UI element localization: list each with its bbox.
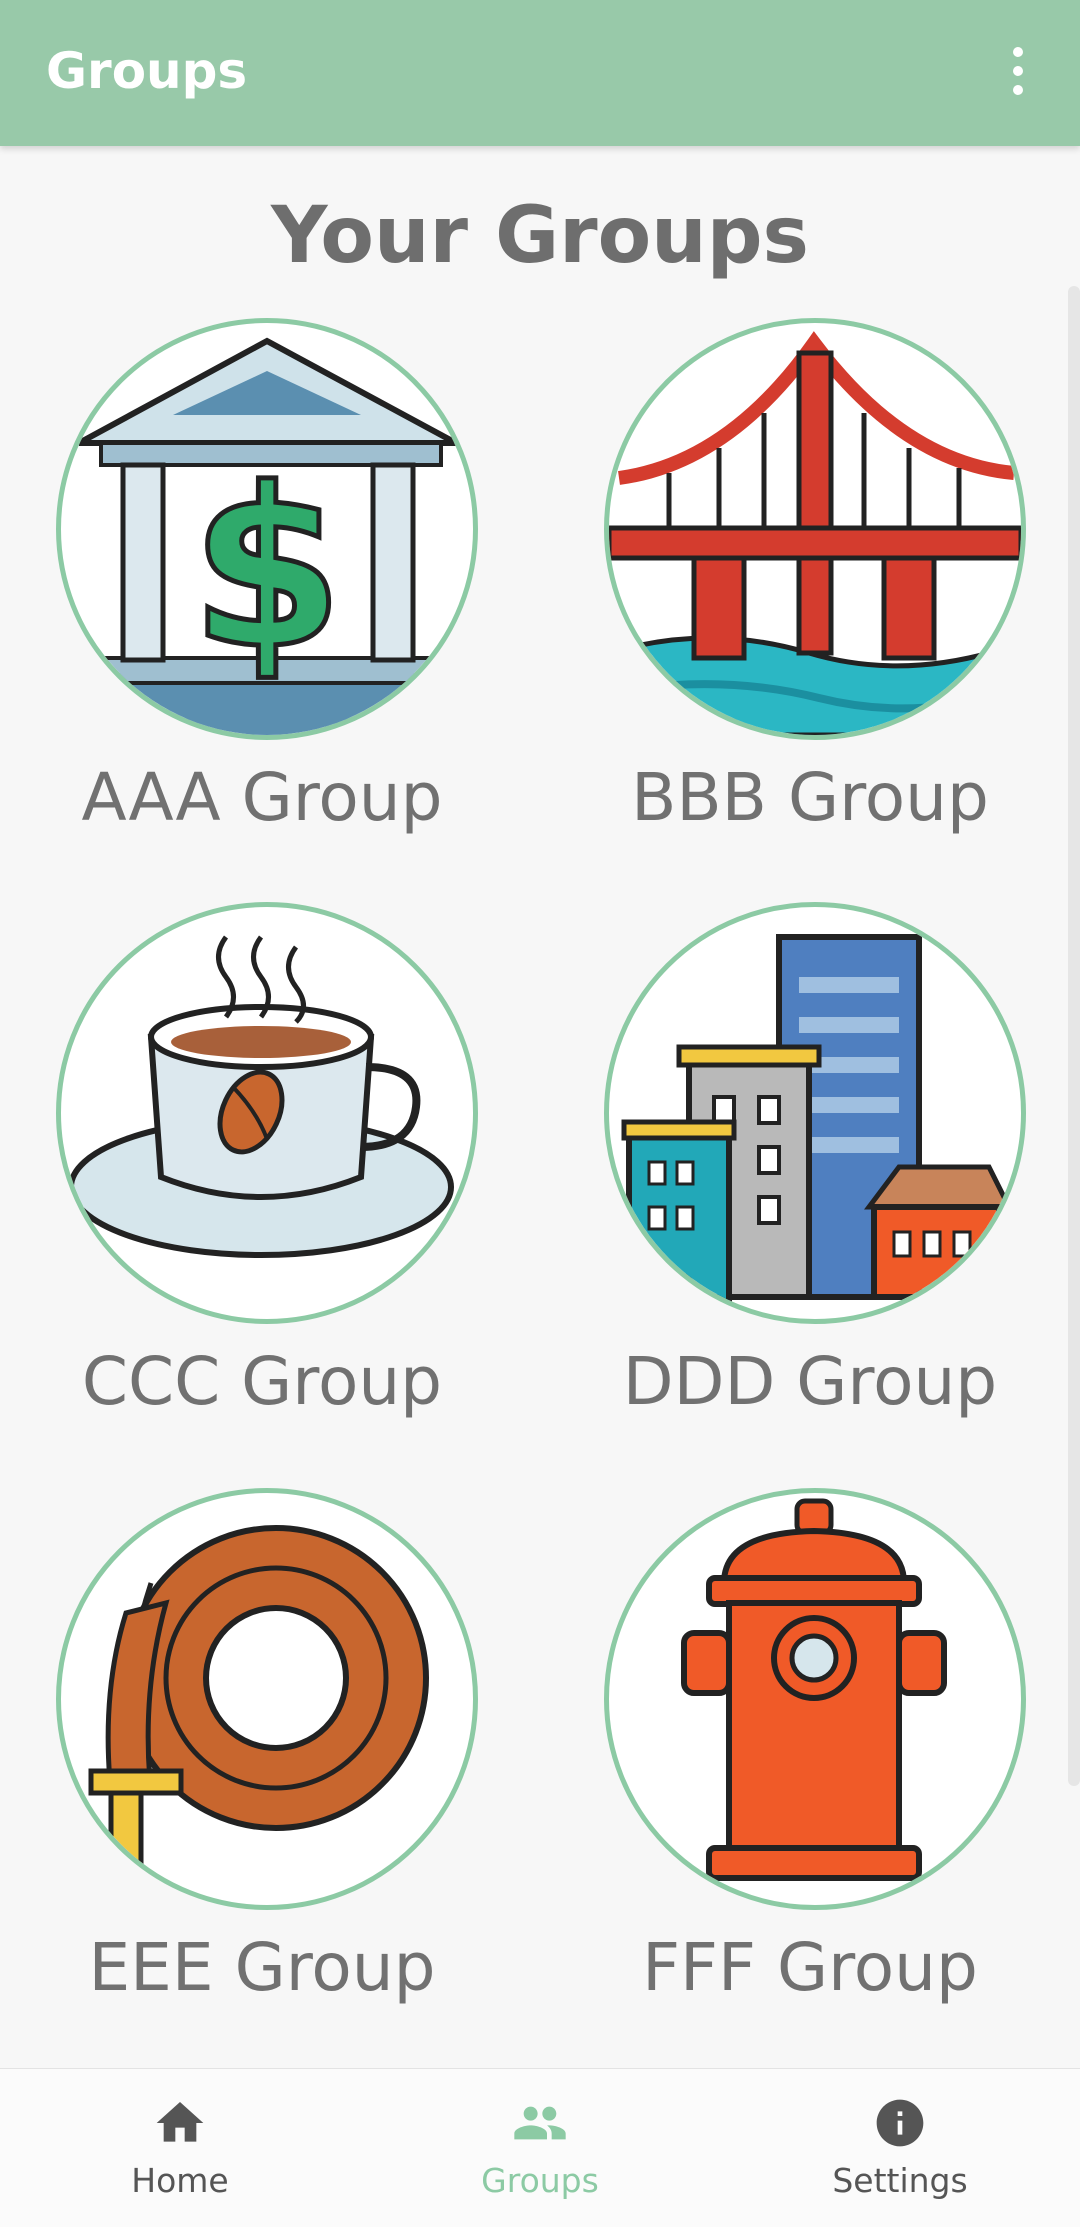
group-avatar xyxy=(56,1488,478,1910)
group-avatar xyxy=(604,1488,1026,1910)
coffee-cup-icon xyxy=(68,935,454,1258)
hose-icon xyxy=(88,1525,429,1866)
groups-icon xyxy=(514,2106,566,2140)
group-card-fff[interactable]: FFF Group xyxy=(572,1488,1072,2048)
group-label: FFF Group xyxy=(642,1929,978,2006)
nav-item-settings[interactable]: Settings xyxy=(750,2069,1050,2227)
info-icon xyxy=(876,2099,924,2147)
group-label: CCC Group xyxy=(81,1343,443,1420)
home-icon xyxy=(156,2102,204,2142)
svg-text:$: $ xyxy=(190,441,343,697)
page-title: Your Groups xyxy=(271,191,809,281)
group-card-bbb[interactable]: BBB Group xyxy=(572,318,1072,878)
nav-label-settings: Settings xyxy=(832,2161,968,2200)
more-vert-icon[interactable] xyxy=(995,38,1041,104)
bottom-navigation: Home Groups Settings xyxy=(0,2068,1080,2227)
bank-icon: $ xyxy=(61,337,473,735)
group-label: EEE Group xyxy=(88,1929,436,2006)
app-bar-title: Groups xyxy=(46,42,248,100)
app-bar: Groups xyxy=(0,0,1080,146)
group-avatar xyxy=(604,318,1026,740)
group-label: DDD Group xyxy=(622,1343,998,1420)
nav-label-groups: Groups xyxy=(481,2161,599,2200)
city-buildings-icon xyxy=(621,934,1014,1305)
nav-item-home[interactable]: Home xyxy=(30,2069,330,2227)
group-avatar xyxy=(604,902,1026,1324)
group-label: BBB Group xyxy=(631,759,989,836)
groups-content[interactable]: Your Groups $ AAA Group BBB Group CCC Gr… xyxy=(0,146,1080,2068)
group-avatar: $ xyxy=(56,318,478,740)
group-label: AAA Group xyxy=(81,759,443,836)
fire-hydrant-icon xyxy=(681,1498,947,1881)
group-avatar xyxy=(56,902,478,1324)
group-card-aaa[interactable]: $ AAA Group xyxy=(24,318,524,878)
group-card-ddd[interactable]: DDD Group xyxy=(572,902,1072,1462)
bridge-icon xyxy=(609,331,1021,735)
group-card-eee[interactable]: EEE Group xyxy=(24,1488,524,2048)
nav-item-groups[interactable]: Groups xyxy=(390,2069,690,2227)
nav-label-home: Home xyxy=(131,2161,229,2200)
group-card-ccc[interactable]: CCC Group xyxy=(24,902,524,1462)
